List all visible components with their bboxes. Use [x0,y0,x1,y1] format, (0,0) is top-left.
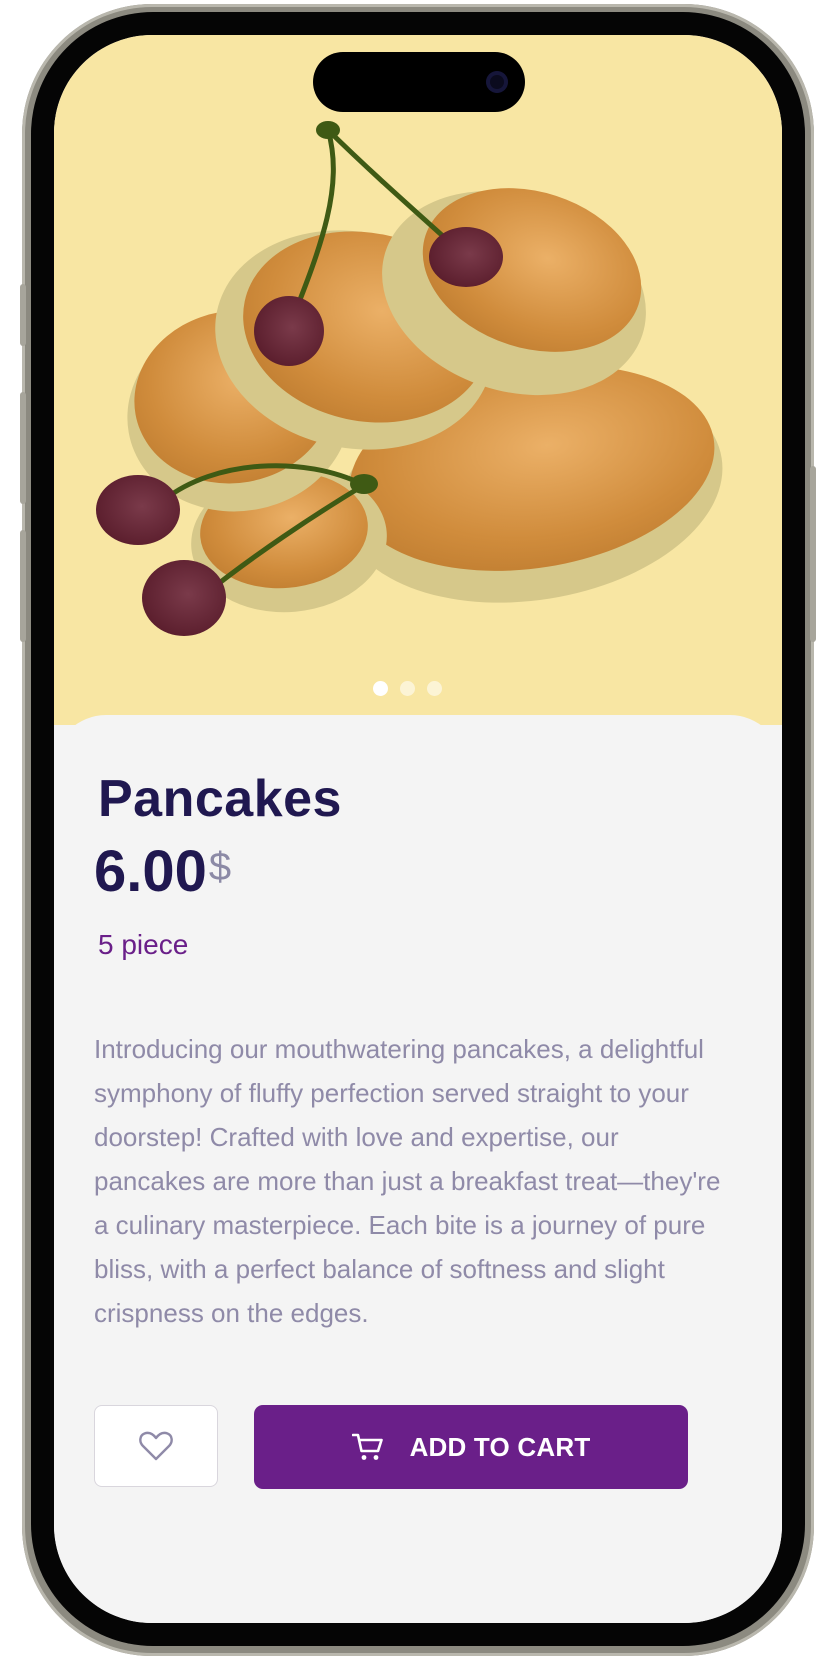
volume-down-button [20,530,26,642]
price-currency: $ [208,845,232,889]
action-button [20,284,26,346]
power-button [810,466,816,642]
carousel-dot-1[interactable] [373,681,388,696]
price-value: 6.00 [94,839,207,904]
carousel-indicators [373,681,442,696]
carousel-dot-3[interactable] [427,681,442,696]
product-image-carousel[interactable] [54,35,782,725]
favorite-button[interactable] [94,1405,218,1487]
product-title: Pancakes [98,770,342,828]
carousel-dot-2[interactable] [400,681,415,696]
quantity-label: 5 piece [98,929,189,960]
phone-screen: Pancakes 6.00 $ 5 piece Introducing our … [54,35,782,1623]
volume-up-button [20,392,26,504]
dynamic-island [313,52,525,112]
heart-outline-icon [139,1431,173,1461]
product-details-sheet: Pancakes 6.00 $ 5 piece Introducing our … [54,715,782,1623]
pancake-stack-illustration [96,121,723,636]
front-camera [486,71,508,93]
add-to-cart-button[interactable]: ADD TO CART [254,1405,688,1489]
shopping-cart-icon [351,1433,383,1460]
add-to-cart-label: ADD TO CART [409,1431,591,1462]
product-description: Introducing our mouthwatering pancakes, … [94,1034,721,1328]
price: 6.00 $ [94,843,231,901]
